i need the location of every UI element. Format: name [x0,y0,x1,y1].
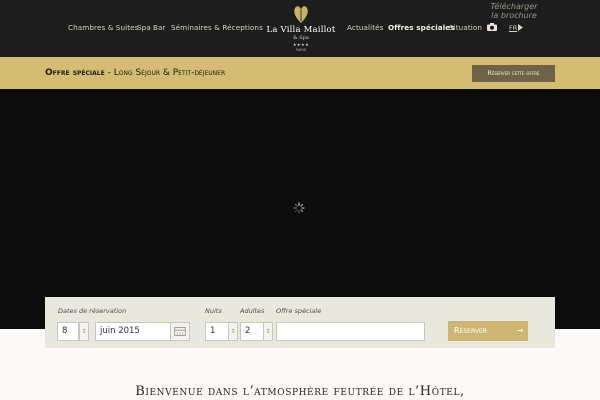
heart-leaf-icon [294,6,308,23]
stepper-arrows-icon: ↕ [81,328,87,335]
camera-icon[interactable] [487,23,497,31]
offer-code-label: Offre spéciale [276,307,322,315]
dates-label: Dates de réservation [58,307,127,315]
nights-field[interactable]: 1 [205,322,229,341]
offer-name: Long Séjour & Petit-déjeuner [113,68,226,78]
logo-spa: & Spa [293,35,309,41]
site-header: Chambres & Suites Spa Bar Séminaires & R… [0,0,600,57]
nav-item-situation[interactable]: Situation [449,23,482,32]
offer-separator: - [107,68,111,78]
day-stepper[interactable]: ↕ [79,322,89,341]
offer-code-input[interactable] [276,322,425,341]
nav-item-bar[interactable]: Bar [153,23,166,32]
nav-item-spa[interactable]: Spa [137,23,151,32]
logo-name: La Villa Maillot [266,25,336,35]
brochure-link[interactable]: Télécharger la brochure [486,2,542,20]
adults-label: Adultes [240,307,265,315]
month-field[interactable]: juin 2015 [95,322,171,341]
welcome-heading: Bienvenue dans l’atmosphère feutrée de l… [135,384,465,399]
offer-label: Offre spéciale [45,68,105,78]
calendar-button[interactable] [170,322,190,341]
triangle-right-icon [518,24,523,31]
nights-label: Nuits [205,307,222,315]
stepper-arrows-icon: ↕ [230,328,236,335]
nav-item-seminaires[interactable]: Séminaires & Réceptions [171,23,263,32]
stepper-arrows-icon: ↕ [265,328,271,335]
nav-item-actualites[interactable]: Actualités [347,23,384,32]
nights-stepper[interactable]: ↕ [228,322,238,341]
loading-spinner-icon [293,202,305,214]
adults-field[interactable]: 2 [240,322,264,341]
language-selector[interactable]: FR [509,24,517,32]
adults-stepper[interactable]: ↕ [263,322,273,341]
reserve-offer-button[interactable]: Réserver cette offre [472,65,555,82]
nav-item-offres[interactable]: Offres spéciales [388,23,455,32]
offer-headline[interactable]: Offre spéciale - Long Séjour & Petit-déj… [45,68,225,78]
logo-city: PARIS [296,48,306,52]
calendar-icon [174,327,186,336]
arrow-right-icon: → [516,326,524,335]
day-field[interactable]: 8 [57,322,79,341]
logo-stars: ★★★★ [292,42,310,47]
nav-item-chambres[interactable]: Chambres & Suites [68,23,138,32]
site-logo[interactable]: La Villa Maillot & Spa ★★★★ PARIS [261,4,341,54]
